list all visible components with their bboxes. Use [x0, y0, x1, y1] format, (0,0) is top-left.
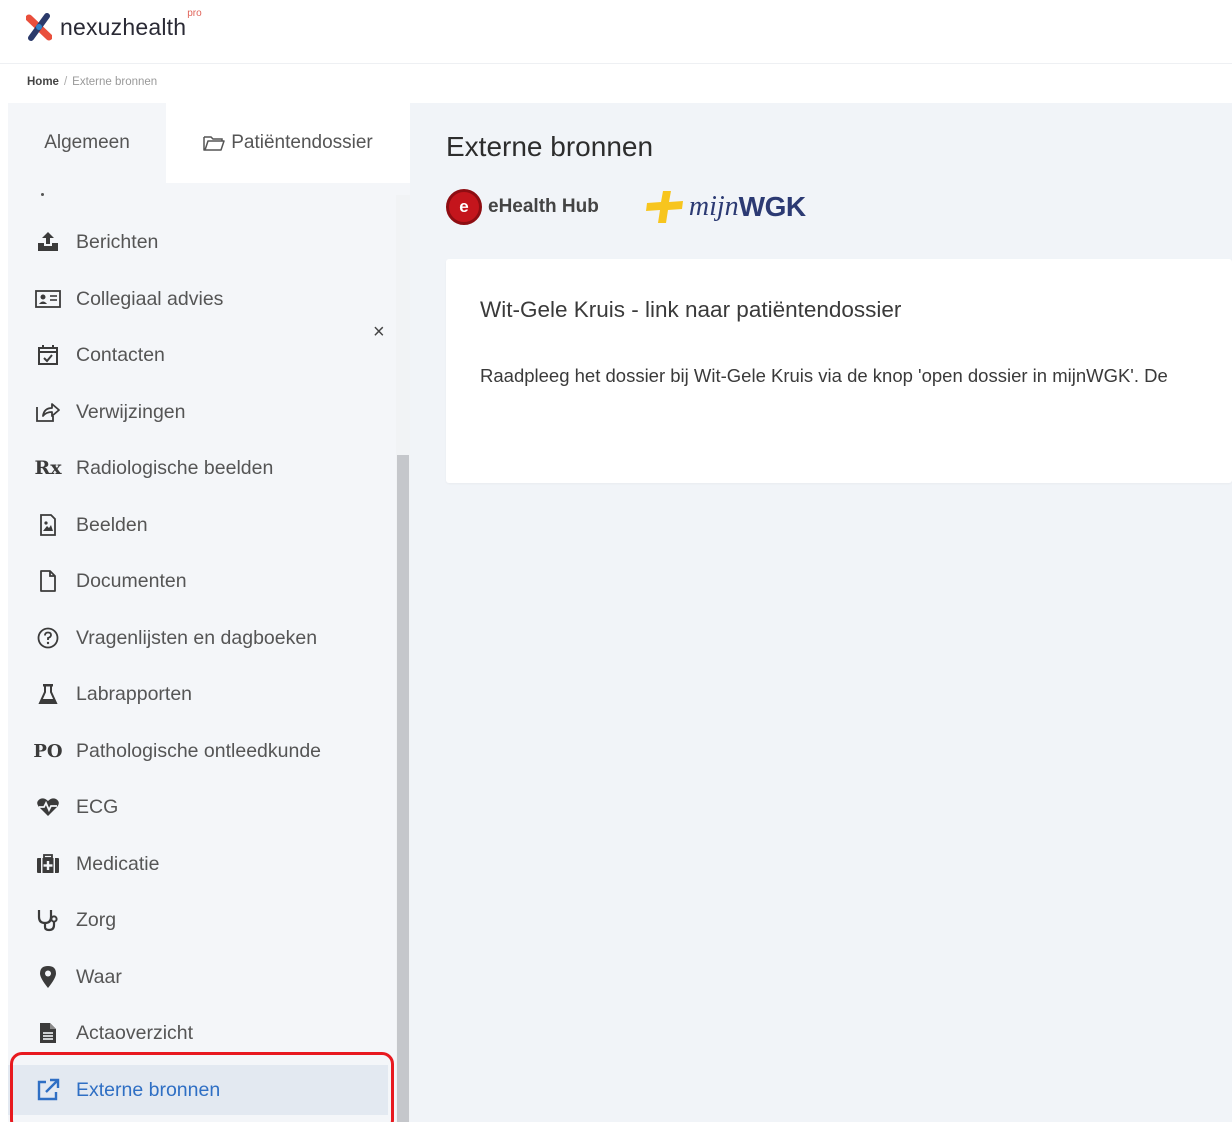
- scrolled-item-remnant: [41, 193, 44, 196]
- sidebar-item-label: Actaoverzicht: [76, 1021, 194, 1044]
- sidebar: Algemeen Patiëntendossier Berichten × Co…: [8, 103, 410, 1122]
- upload-icon: [34, 228, 62, 256]
- breadcrumb-current: Externe bronnen: [72, 76, 158, 88]
- ehealth-hub-label: eHealth Hub: [488, 196, 599, 217]
- external-sources: e eHealth Hub mijn WGK: [446, 189, 806, 225]
- calendar-check-icon: [34, 341, 62, 369]
- nexuzhealth-logo-icon: [26, 13, 52, 41]
- sidebar-item-contacten[interactable]: Contacten: [8, 330, 388, 380]
- tab-patientendossier-label: Patiëntendossier: [231, 132, 373, 153]
- sidebar-item-documenten[interactable]: Documenten: [8, 556, 388, 606]
- mijnwgk-source[interactable]: mijn WGK: [645, 189, 806, 225]
- sidebar-item-actaoverzicht[interactable]: Actaoverzicht: [8, 1008, 388, 1058]
- brand-name: nexuzhealth: [60, 13, 187, 40]
- sidebar-item-label: Documenten: [76, 569, 187, 592]
- main-content: Externe bronnen e eHealth Hub mijn WGK Wi…: [410, 103, 1232, 1122]
- sidebar-scrollbar-thumb[interactable]: [397, 455, 409, 1122]
- breadcrumb: Home / Externe bronnen: [27, 76, 157, 88]
- sidebar-item-label: Contacten: [76, 343, 165, 366]
- sidebar-tabs: Algemeen Patiëntendossier: [8, 103, 410, 183]
- sidebar-item-label: Medicatie: [76, 852, 160, 875]
- sidebar-item-label: Waar: [76, 965, 122, 988]
- sidebar-item-beelden[interactable]: Beelden: [8, 500, 388, 550]
- sidebar-item-collegiaal-advies[interactable]: Collegiaal advies: [8, 274, 388, 324]
- sidebar-item-labrapporten[interactable]: Labrapporten: [8, 669, 388, 719]
- rx-icon: Rx: [34, 457, 62, 479]
- nexuzhealth-logo[interactable]: nexuzhealth pro: [26, 8, 202, 42]
- share-icon: [34, 398, 62, 426]
- sidebar-item-radiologische-beelden[interactable]: Rx Radiologische beelden: [8, 443, 388, 493]
- sidebar-item-externe-bronnen[interactable]: Externe bronnen: [8, 1065, 388, 1115]
- top-bar: nexuzhealth pro: [0, 0, 1232, 64]
- sidebar-item-vragenlijsten[interactable]: Vragenlijsten en dagboeken: [8, 613, 388, 663]
- sidebar-nav: Berichten × Collegiaal advies Contacten …: [8, 193, 398, 1122]
- sidebar-item-label: Zorg: [76, 908, 117, 931]
- tab-algemeen[interactable]: Algemeen: [8, 103, 166, 183]
- mijnwgk-label-mijn: mijn: [688, 191, 739, 222]
- po-icon: PO: [33, 740, 63, 762]
- sidebar-item-label: Collegiaal advies: [76, 287, 224, 310]
- mijnwgk-label-wgk: WGK: [738, 191, 806, 222]
- ehealth-hub-icon: e: [446, 189, 482, 225]
- card-body: Raadpleeg het dossier bij Wit-Gele Kruis…: [480, 365, 1168, 386]
- wgk-card: Wit-Gele Kruis - link naar patiëntendoss…: [446, 259, 1232, 483]
- medkit-icon: [34, 850, 62, 878]
- sidebar-item-label: Pathologische ontleedkunde: [76, 739, 322, 762]
- sidebar-item-label: Externe bronnen: [76, 1078, 221, 1101]
- sidebar-item-waar[interactable]: Waar: [8, 952, 388, 1002]
- id-card-icon: [34, 285, 62, 313]
- external-link-icon: [34, 1076, 62, 1104]
- tab-patientendossier[interactable]: Patiëntendossier: [166, 103, 410, 183]
- file-text-icon: [34, 1019, 62, 1047]
- sidebar-item-label: Berichten: [76, 230, 159, 253]
- sidebar-item-pathologische-ontleedkunde[interactable]: PO Pathologische ontleedkunde: [8, 726, 388, 776]
- folder-icon: [203, 136, 225, 151]
- card-title: Wit-Gele Kruis - link naar patiëntendoss…: [480, 297, 902, 322]
- sidebar-item-zorg[interactable]: Zorg: [8, 895, 388, 945]
- wgk-cross-icon: [645, 191, 683, 223]
- sidebar-item-label: ECG: [76, 795, 119, 818]
- map-pin-icon: [34, 963, 62, 991]
- ehealth-hub-source[interactable]: e eHealth Hub: [446, 189, 599, 225]
- sidebar-item-label: Labrapporten: [76, 682, 193, 705]
- page-title: Externe bronnen: [446, 131, 654, 162]
- breadcrumb-home[interactable]: Home: [27, 76, 59, 88]
- sidebar-item-label: Verwijzingen: [76, 400, 186, 423]
- sidebar-item-label: Radiologische beelden: [76, 456, 274, 479]
- sidebar-item-medicatie[interactable]: Medicatie: [8, 839, 388, 889]
- stethoscope-icon: [34, 906, 62, 934]
- sidebar-item-ecg[interactable]: ECG: [8, 782, 388, 832]
- sidebar-item-label: Vragenlijsten en dagboeken: [76, 626, 318, 649]
- image-file-icon: [34, 511, 62, 539]
- sidebar-item-berichten[interactable]: Berichten: [8, 217, 388, 267]
- document-icon: [34, 567, 62, 595]
- sidebar-item-verwijzingen[interactable]: Verwijzingen: [8, 387, 388, 437]
- sidebar-item-label: Beelden: [76, 513, 148, 536]
- tab-algemeen-label: Algemeen: [44, 132, 130, 153]
- question-circle-icon: [34, 624, 62, 652]
- heartbeat-icon: [34, 793, 62, 821]
- breadcrumb-separator: /: [63, 76, 68, 88]
- brand-suffix: pro: [187, 7, 202, 19]
- flask-icon: [34, 680, 62, 708]
